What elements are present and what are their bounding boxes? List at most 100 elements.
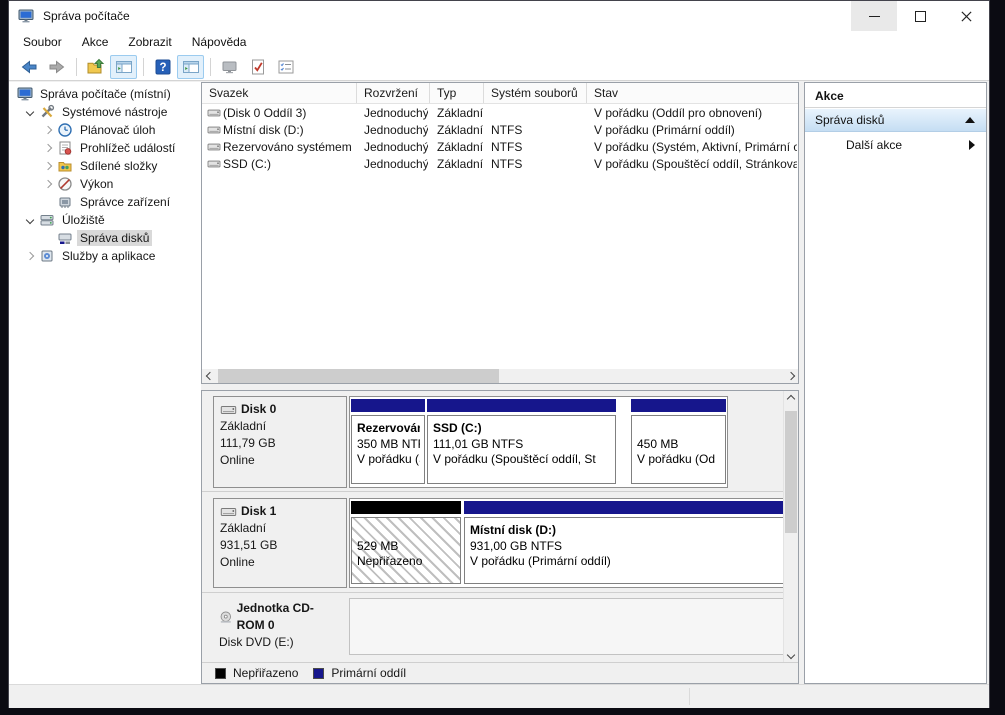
- disk1-partition-group: 529 MB Nepřiřazeno Místní disk (D:) 931,…: [349, 498, 788, 588]
- forward-icon: [47, 57, 67, 77]
- actions-item-more-actions[interactable]: Další akce: [805, 132, 986, 157]
- menu-soubor[interactable]: Soubor: [13, 32, 72, 52]
- menu-napoveda[interactable]: Nápověda: [182, 32, 257, 52]
- menu-akce[interactable]: Akce: [72, 32, 119, 52]
- partition-system-reserved[interactable]: Rezervováno 350 MB NTFS V pořádku (Sy: [351, 399, 425, 484]
- tree-item-performance[interactable]: Výkon: [41, 175, 201, 193]
- help-button[interactable]: ?: [149, 55, 176, 79]
- chevron-right-icon[interactable]: [23, 249, 37, 263]
- horizontal-scrollbar[interactable]: [202, 369, 798, 383]
- content-area: Správa počítače (místní) Systémové nástr…: [9, 81, 989, 684]
- unallocated-swatch: [215, 668, 226, 679]
- column-header-stav[interactable]: Stav: [587, 83, 798, 103]
- column-header-typ[interactable]: Typ: [430, 83, 484, 103]
- volume-row[interactable]: SSD (C:) Jednoduchý Základní NTFS V pořá…: [202, 155, 798, 172]
- chevron-right-icon[interactable]: [41, 141, 55, 155]
- forward-button[interactable]: [43, 55, 70, 79]
- cdrom-media-area[interactable]: [349, 598, 788, 655]
- tree-item-services-apps[interactable]: Služby a aplikace: [23, 247, 201, 265]
- volume-icon: [207, 108, 221, 118]
- cdrom-info-box[interactable]: Jednotka CD-ROM 0 Disk DVD (E:) Žádné mé…: [213, 596, 347, 658]
- tree-item-task-scheduler[interactable]: Plánovač úloh: [41, 121, 201, 139]
- partition-ssd-c[interactable]: SSD (C:) 111,01 GB NTFS V pořádku (Spouš…: [427, 399, 616, 484]
- desktop: { "window": { "title": "Správa počítače"…: [0, 0, 1005, 715]
- chevron-right-icon[interactable]: [41, 177, 55, 191]
- scroll-up-button[interactable]: [784, 391, 798, 406]
- properties-button[interactable]: [216, 55, 243, 79]
- scroll-left-button[interactable]: [202, 369, 217, 383]
- close-button[interactable]: [943, 1, 989, 31]
- volume-row[interactable]: Rezervováno systémem Jednoduchý Základní…: [202, 138, 798, 155]
- legend-label-unallocated: Nepřiřazeno: [233, 666, 298, 680]
- window-title: Správa počítače: [43, 9, 130, 23]
- up-one-level-button[interactable]: [82, 55, 109, 79]
- disk-icon: [220, 506, 237, 518]
- check-disk-button[interactable]: [244, 55, 271, 79]
- console-tree: Správa počítače (místní) Systémové nástr…: [9, 82, 201, 684]
- minimize-button[interactable]: [851, 1, 897, 31]
- tree-item-event-viewer[interactable]: Prohlížeč událostí: [41, 139, 201, 157]
- volume-row[interactable]: Místní disk (D:) Jednoduchý Základní NTF…: [202, 121, 798, 138]
- volume-icon: [207, 159, 221, 169]
- toolbar-separator: [210, 58, 211, 76]
- actions-group-disk-management[interactable]: Správa disků: [805, 109, 986, 132]
- tree-item-storage[interactable]: Úložiště: [23, 211, 201, 229]
- task-scheduler-icon: [57, 122, 73, 138]
- check-document-icon: [248, 57, 268, 77]
- close-icon: [961, 11, 972, 22]
- menu-zobrazit[interactable]: Zobrazit: [118, 32, 181, 52]
- console-tree-icon: [114, 57, 134, 77]
- back-button[interactable]: [15, 55, 42, 79]
- disk-row-separator: [202, 592, 798, 593]
- properties-icon: [220, 57, 240, 77]
- toolbar-separator: [76, 58, 77, 76]
- scroll-right-button[interactable]: [783, 369, 798, 383]
- chevron-down-icon[interactable]: [23, 213, 37, 227]
- partition-local-disk-d[interactable]: Místní disk (D:) 931,00 GB NTFS V pořádk…: [464, 501, 786, 584]
- partition-recovery-450mb[interactable]: 450 MB V pořádku (Od: [631, 399, 726, 484]
- actions-pane-title: Akce: [805, 83, 986, 108]
- chevron-right-icon[interactable]: [41, 123, 55, 137]
- vertical-scrollbar[interactable]: [783, 391, 798, 662]
- spacer: [219, 651, 341, 658]
- shared-folders-icon: [57, 158, 73, 174]
- primary-partition-bar: [427, 399, 616, 412]
- menu-bar: Soubor Akce Zobrazit Nápověda: [9, 31, 989, 53]
- storage-icon: [39, 212, 55, 228]
- collapse-icon[interactable]: [965, 117, 975, 123]
- disk0-info-box[interactable]: Disk 0 Základní 111,79 GB Online: [213, 396, 347, 488]
- checklist-icon: [276, 57, 296, 77]
- disk1-info-box[interactable]: Disk 1 Základní 931,51 GB Online: [213, 498, 347, 588]
- minimize-icon: [869, 16, 880, 17]
- view-list-button[interactable]: [272, 55, 299, 79]
- help-icon: ?: [153, 57, 173, 77]
- event-viewer-icon: [57, 140, 73, 156]
- show-hide-console-tree-button[interactable]: [110, 55, 137, 79]
- column-header-svazek[interactable]: Svazek: [202, 83, 357, 103]
- svg-text:?: ?: [159, 62, 166, 74]
- horizontal-scrollbar-thumb[interactable]: [218, 369, 499, 383]
- column-header-rozvrzeni[interactable]: Rozvržení: [357, 83, 430, 103]
- chevron-down-icon[interactable]: [23, 105, 37, 119]
- tree-item-computer-management-root[interactable]: Správa počítače (místní): [15, 85, 201, 103]
- volume-row[interactable]: (Disk 0 Oddíl 3) Jednoduchý Základní V p…: [202, 104, 798, 121]
- column-header-system-souboru[interactable]: Systém souborů: [484, 83, 587, 103]
- tree-item-system-tools[interactable]: Systémové nástroje: [23, 103, 201, 121]
- disk-row-separator: [202, 491, 798, 492]
- tree-item-shared-folders[interactable]: Sdílené složky: [41, 157, 201, 175]
- window-controls: [851, 1, 989, 31]
- chevron-right-icon[interactable]: [41, 159, 55, 173]
- tree-item-disk-management[interactable]: Správa disků: [41, 229, 201, 247]
- show-hide-action-pane-button[interactable]: [177, 55, 204, 79]
- system-tools-icon: [39, 104, 55, 120]
- status-bar: [9, 684, 989, 708]
- tree-item-device-manager[interactable]: Správce zařízení: [41, 193, 201, 211]
- scroll-down-button[interactable]: [784, 647, 798, 662]
- partition-legend: Nepřiřazeno Primární oddíl: [202, 662, 798, 683]
- primary-partition-bar: [464, 501, 786, 514]
- status-bar-divider: [689, 688, 690, 705]
- vertical-scrollbar-thumb[interactable]: [785, 411, 797, 533]
- maximize-button[interactable]: [897, 1, 943, 31]
- partition-unallocated-529mb[interactable]: 529 MB Nepřiřazeno: [351, 501, 461, 584]
- maximize-icon: [915, 11, 926, 22]
